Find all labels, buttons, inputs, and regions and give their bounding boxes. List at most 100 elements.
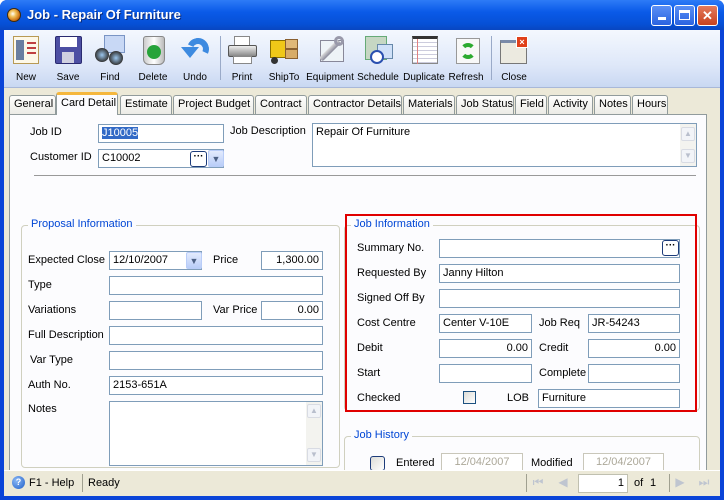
credit-label: Credit (539, 342, 569, 354)
debit-value: 0.00 (506, 342, 528, 354)
var-type-label: Var Type (30, 354, 74, 366)
last-record-icon[interactable]: ⏭ (696, 475, 712, 491)
customer-id-label: Customer ID (30, 151, 92, 163)
scroll-down-icon[interactable]: ▼ (681, 149, 695, 163)
summary-no-input[interactable] (439, 239, 680, 258)
help-icon[interactable]: ? (12, 476, 25, 489)
job-req-label: Job Req (539, 317, 580, 329)
tab-strip: General Card Detail Estimate Project Bud… (4, 92, 720, 115)
job-history-title: Job History (351, 429, 413, 441)
requested-by-value: Janny Hilton (443, 267, 504, 279)
close-label: Close (501, 72, 527, 83)
customer-lookup-button[interactable]: ··· (190, 151, 207, 167)
chevron-down-icon: ▼ (211, 154, 221, 164)
job-description-scrollbar[interactable]: ▲ ▼ (680, 124, 696, 166)
window-title: Job - Repair Of Furniture (27, 7, 181, 22)
printer-icon (226, 34, 258, 66)
card-detail-panel: Job ID J10005 Customer ID C10002 ··· ▼ J… (9, 114, 707, 481)
checked-checkbox[interactable] (463, 391, 476, 404)
record-number-input[interactable]: 1 (578, 474, 628, 493)
credit-input[interactable]: 0.00 (588, 339, 680, 358)
debit-label: Debit (357, 342, 383, 354)
title-bar[interactable]: Job - Repair Of Furniture ✕ (0, 0, 724, 30)
scroll-down-icon[interactable]: ▼ (307, 448, 321, 462)
status-separator (82, 474, 83, 492)
start-input[interactable] (439, 364, 532, 383)
proposal-information-title: Proposal Information (28, 218, 136, 230)
lob-label: LOB (507, 392, 530, 404)
maximize-icon (679, 10, 690, 20)
window-body: New Save Find Delete Undo Print ShipTo E… (4, 30, 720, 496)
job-description-textarea[interactable]: Repair Of Furniture (312, 123, 697, 167)
maximize-button[interactable] (674, 5, 695, 26)
var-type-input[interactable] (109, 351, 323, 370)
tab-activity[interactable]: Activity (548, 95, 593, 114)
job-req-input[interactable]: JR-54243 (588, 314, 680, 333)
tab-card-detail[interactable]: Card Detail (56, 92, 118, 115)
var-price-label: Var Price (213, 304, 258, 316)
status-separator (526, 474, 527, 492)
job-id-input[interactable]: J10005 (98, 124, 224, 143)
refresh-icon (450, 34, 482, 66)
tab-hours[interactable]: Hours (632, 95, 668, 114)
equipment-button[interactable]: Equipment (306, 33, 354, 87)
tab-materials[interactable]: Materials (403, 95, 455, 114)
tab-field[interactable]: Field (515, 95, 547, 114)
expected-close-value: 12/10/2007 (113, 254, 169, 266)
chevron-down-icon: ▼ (189, 256, 199, 266)
scroll-up-icon[interactable]: ▲ (307, 404, 321, 418)
notes-textarea[interactable] (109, 401, 323, 466)
tab-project-budget[interactable]: Project Budget (173, 95, 254, 114)
calendar-clock-icon (362, 34, 394, 66)
tab-general[interactable]: General (9, 95, 56, 114)
cost-centre-value: Center V-10E (443, 317, 510, 329)
previous-record-icon[interactable]: ◀ (555, 475, 571, 491)
tab-contract[interactable]: Contract (255, 95, 307, 114)
recycle-bin-icon (137, 34, 169, 66)
first-record-icon[interactable]: ⏮ (530, 475, 546, 491)
next-record-icon[interactable]: ▶ (672, 475, 688, 491)
close-window-button[interactable]: ✕ (697, 5, 718, 26)
duplicate-icon (408, 34, 440, 66)
lob-input[interactable]: Furniture (538, 389, 680, 408)
price-label: Price (213, 254, 239, 266)
notes-scrollbar[interactable]: ▲ ▼ (306, 402, 322, 465)
variations-input[interactable] (109, 301, 202, 320)
undo-button[interactable]: Undo (173, 33, 217, 87)
signed-off-by-input[interactable] (439, 289, 680, 308)
price-value: 1,300.00 (276, 254, 319, 266)
tab-notes[interactable]: Notes (594, 95, 631, 114)
job-req-value: JR-54243 (592, 317, 640, 329)
help-label[interactable]: F1 - Help (29, 477, 74, 489)
type-input[interactable] (109, 276, 323, 295)
close-window-icon: × (498, 34, 530, 66)
tab-job-status[interactable]: Job Status (456, 95, 514, 114)
close-button[interactable]: × Close (492, 33, 536, 87)
signed-off-by-label: Signed Off By (357, 292, 425, 304)
job-id-value: J10005 (102, 127, 139, 139)
expected-close-dropdown-button[interactable]: ▼ (186, 252, 202, 269)
notes-label: Notes (28, 403, 57, 415)
debit-input[interactable]: 0.00 (439, 339, 532, 358)
total-records: 1 (650, 477, 657, 489)
status-text: Ready (88, 477, 120, 489)
entered-checkbox[interactable] (370, 456, 385, 471)
tab-contractor-details[interactable]: Contractor Details (308, 95, 402, 114)
scroll-up-icon[interactable]: ▲ (681, 127, 695, 141)
customer-dropdown-button[interactable]: ▼ (208, 150, 224, 167)
summary-lookup-button[interactable]: ··· (662, 240, 679, 256)
var-price-input[interactable]: 0.00 (261, 301, 323, 320)
requested-by-input[interactable]: Janny Hilton (439, 264, 680, 283)
auth-no-input[interactable]: 2153-651A (109, 376, 323, 395)
wrench-icon (314, 34, 346, 66)
app-icon (7, 8, 21, 22)
minimize-button[interactable] (651, 5, 672, 26)
complete-input[interactable] (588, 364, 680, 383)
price-input[interactable]: 1,300.00 (261, 251, 323, 270)
tab-estimate[interactable]: Estimate (120, 95, 172, 114)
full-description-input[interactable] (109, 326, 323, 345)
customer-id-value: C10002 (102, 152, 141, 164)
cost-centre-input[interactable]: Center V-10E (439, 314, 532, 333)
floppy-disk-icon (52, 34, 84, 66)
refresh-button[interactable]: Refresh (444, 33, 488, 87)
